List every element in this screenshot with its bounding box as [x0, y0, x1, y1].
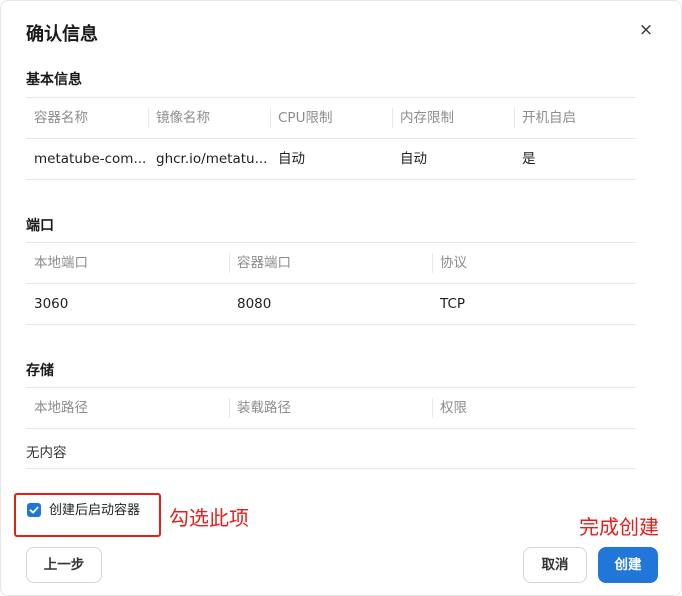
autostart-label[interactable]: 创建后启动容器	[49, 503, 140, 519]
create-button[interactable]: 创建	[598, 547, 658, 583]
column-divider	[432, 398, 433, 418]
basic-info-table: 容器名称 镜像名称 CPU限制 内存限制 开机自启 metatube-com..…	[26, 97, 636, 180]
column-divider	[229, 398, 230, 418]
column-divider	[229, 253, 230, 273]
section-title-ports: 端口	[26, 218, 54, 234]
column-header: 装载路径	[237, 400, 291, 416]
divider	[26, 468, 636, 469]
table-header-row: 本地端口 容器端口 协议	[26, 242, 636, 283]
cancel-button[interactable]: 取消	[523, 547, 587, 583]
table-cell: metatube-com...	[34, 151, 147, 167]
column-header: 协议	[440, 255, 467, 271]
column-divider	[270, 108, 271, 128]
column-header: 本地端口	[34, 255, 88, 271]
section-title-basic: 基本信息	[26, 72, 82, 88]
annotation-check-hint: 勾选此项	[169, 506, 249, 530]
confirm-dialog: 确认信息 × 基本信息 容器名称 镜像名称 CPU限制 内存限制 开机自启 me…	[0, 0, 682, 596]
table-cell: ghcr.io/metatu...	[156, 151, 268, 167]
column-header: 容器名称	[34, 110, 88, 126]
table-cell: 自动	[400, 151, 427, 167]
prev-step-button[interactable]: 上一步	[26, 547, 102, 583]
column-divider	[514, 108, 515, 128]
column-header: 权限	[440, 400, 467, 416]
column-divider	[432, 253, 433, 273]
column-header: 本地路径	[34, 400, 88, 416]
column-divider	[392, 108, 393, 128]
column-header: 镜像名称	[156, 110, 210, 126]
table-header-row: 本地路径 装载路径 权限	[26, 387, 636, 429]
table-cell: 3060	[34, 296, 69, 312]
table-header-row: 容器名称 镜像名称 CPU限制 内存限制 开机自启	[26, 97, 636, 138]
column-header: 开机自启	[522, 110, 576, 126]
annotation-finish-hint: 完成创建	[579, 515, 659, 539]
dialog-title: 确认信息	[26, 24, 98, 45]
autostart-checkbox[interactable]	[27, 503, 41, 517]
close-icon[interactable]: ×	[637, 21, 655, 39]
empty-text: 无内容	[26, 445, 67, 461]
table-cell: 8080	[237, 296, 272, 312]
section-title-storage: 存储	[26, 363, 54, 379]
table-row: 3060 8080 TCP	[26, 283, 636, 325]
table-cell: 自动	[278, 151, 305, 167]
checkmark-icon	[29, 506, 39, 514]
column-header: CPU限制	[278, 110, 333, 126]
table-cell: TCP	[440, 296, 466, 312]
column-header: 容器端口	[237, 255, 291, 271]
table-cell: 是	[522, 151, 536, 167]
column-divider	[148, 108, 149, 128]
table-row: metatube-com... ghcr.io/metatu... 自动 自动 …	[26, 138, 636, 180]
storage-table: 本地路径 装载路径 权限	[26, 387, 636, 429]
ports-table: 本地端口 容器端口 协议 3060 8080 TCP	[26, 242, 636, 325]
column-header: 内存限制	[400, 110, 454, 126]
